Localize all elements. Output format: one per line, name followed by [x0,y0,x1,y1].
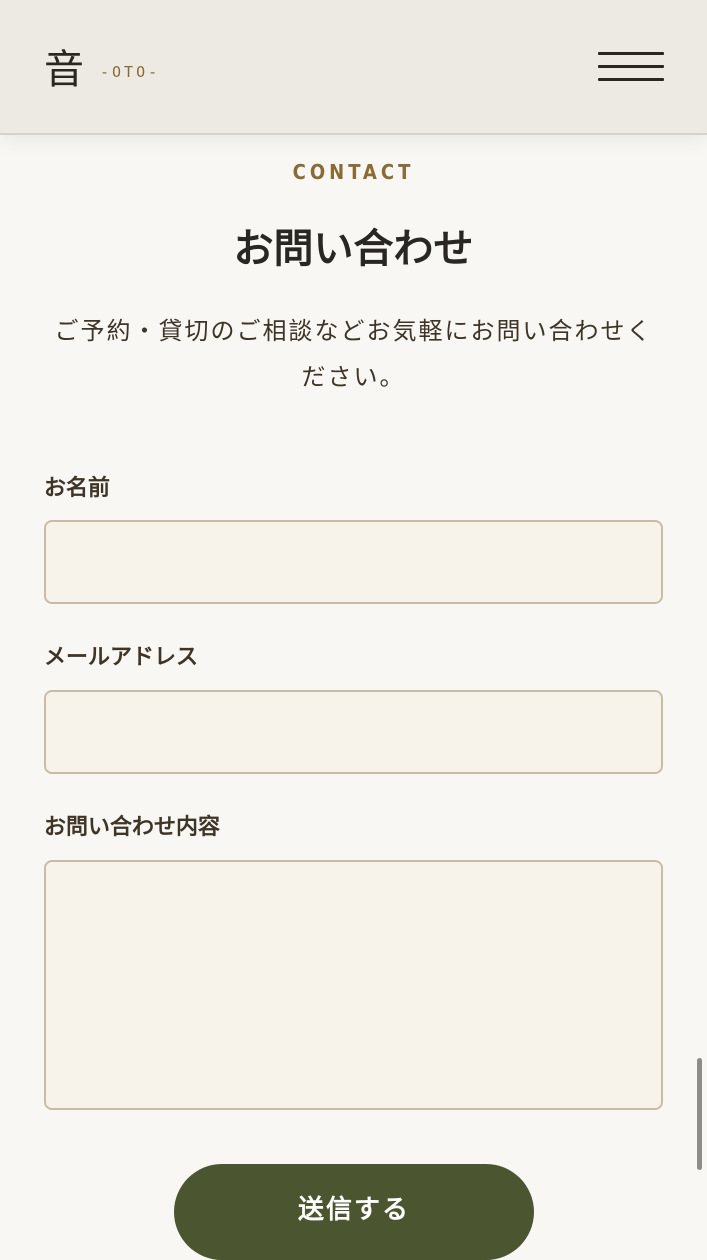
hamburger-menu-icon[interactable] [598,50,664,86]
email-label: メールアドレス [44,645,199,670]
page-title: お問い合わせ [233,225,474,272]
message-label: お問い合わせ内容 [44,815,221,840]
submit-button-label: 送信する [297,1195,410,1225]
email-input[interactable] [44,690,663,774]
logo-subtitle: -OTO- [100,63,161,81]
logo-kanji: 音 [44,47,84,93]
name-input[interactable] [44,520,663,604]
message-textarea[interactable] [44,860,663,1110]
menu-line [598,65,664,68]
site-header: 音 -OTO- [0,0,707,135]
logo[interactable]: 音 -OTO- [44,46,160,94]
name-label: お名前 [44,476,111,501]
submit-button[interactable]: 送信する [174,1164,534,1260]
menu-line [598,78,664,81]
section-eyebrow: CONTACT [292,160,415,184]
scrollbar-thumb[interactable] [697,1058,702,1170]
scrollbar[interactable] [696,0,704,1240]
section-lead: ご予約・貸切のご相談などお気軽にお問い合わせください。 [54,317,653,391]
menu-line [598,52,664,55]
